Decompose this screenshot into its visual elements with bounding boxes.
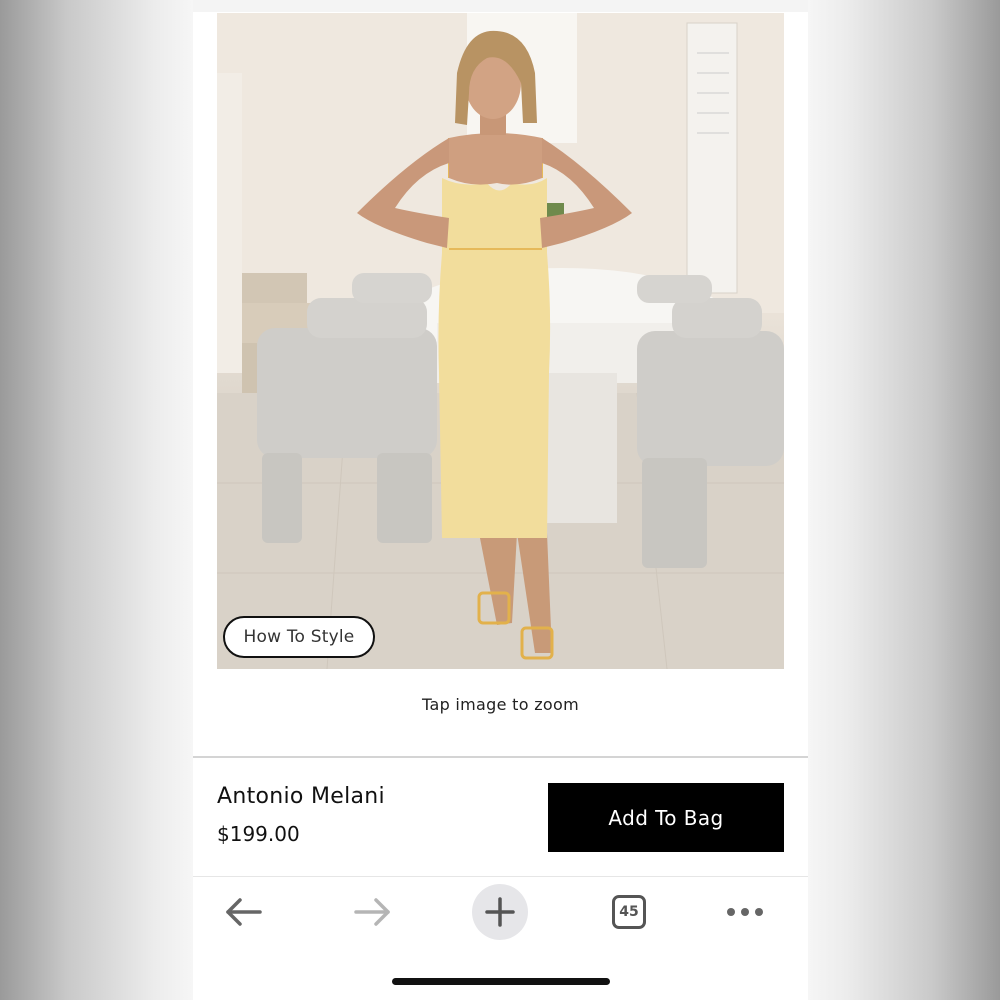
brand-name: Antonio Melani bbox=[217, 784, 385, 809]
phone-screen: How To Style Tap image to zoom Antonio M… bbox=[193, 0, 808, 1000]
add-to-bag-button[interactable]: Add To Bag bbox=[548, 783, 784, 852]
price: $199.00 bbox=[217, 822, 300, 846]
browser-toolbar: 45 bbox=[193, 880, 808, 944]
arrow-left-icon bbox=[226, 898, 262, 926]
zoom-hint: Tap image to zoom bbox=[422, 695, 579, 714]
forward-button[interactable] bbox=[345, 880, 399, 944]
tabs-button[interactable]: 45 bbox=[602, 880, 656, 944]
home-indicator[interactable] bbox=[392, 978, 610, 985]
top-bar bbox=[193, 0, 808, 12]
background-left bbox=[0, 0, 193, 1000]
toolbar-divider bbox=[193, 876, 808, 877]
product-image[interactable]: How To Style bbox=[217, 13, 784, 669]
tab-count-badge: 45 bbox=[612, 895, 646, 929]
divider bbox=[193, 756, 808, 758]
arrow-right-icon bbox=[354, 898, 390, 926]
more-horizontal-icon bbox=[727, 908, 763, 916]
plus-icon bbox=[485, 897, 515, 927]
back-button[interactable] bbox=[217, 880, 271, 944]
background-right bbox=[808, 0, 1000, 1000]
how-to-style-button[interactable]: How To Style bbox=[223, 616, 375, 658]
product-photo-illustration bbox=[217, 13, 784, 669]
more-button[interactable] bbox=[717, 880, 773, 944]
new-tab-button[interactable] bbox=[472, 880, 528, 944]
new-tab-circle bbox=[472, 884, 528, 940]
